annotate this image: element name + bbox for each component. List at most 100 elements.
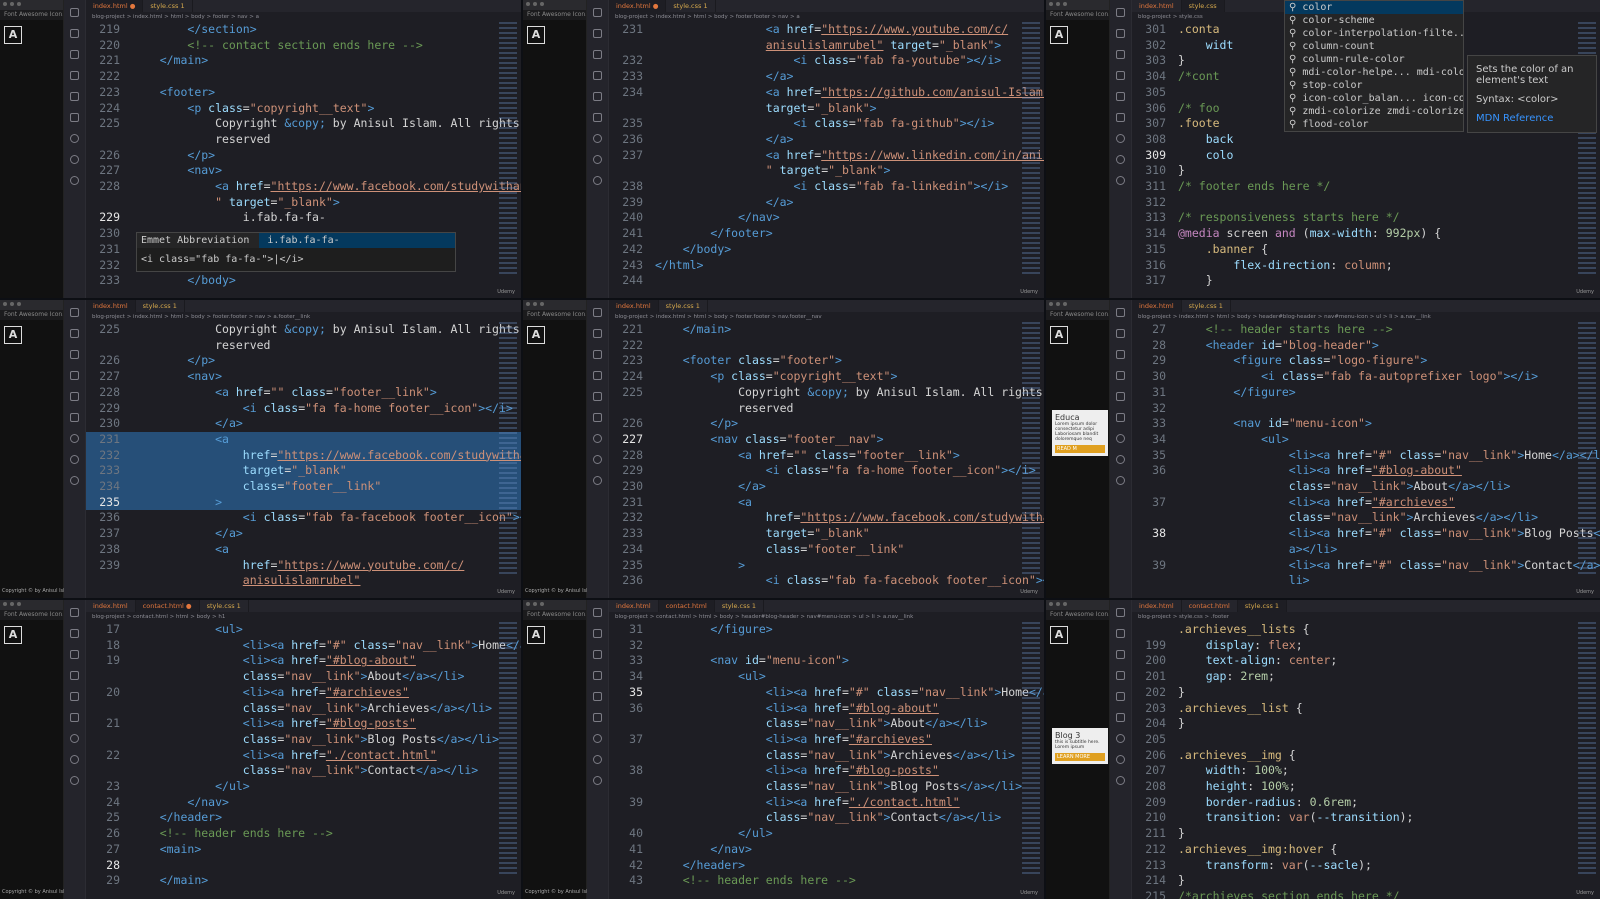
window-dot-icon[interactable] [3,2,7,6]
accounts-icon[interactable] [70,776,79,785]
code-line[interactable]: reserved [86,132,521,148]
search-icon[interactable] [593,329,602,338]
window-dot-icon[interactable] [533,602,537,606]
code-line[interactable]: 28 <header id="blog-header"> [1132,338,1600,354]
code-line[interactable]: 238 <i class="fab fa-linkedin"></i> [609,179,1044,195]
accounts-icon[interactable] [593,176,602,185]
code-text[interactable]: </p> [132,148,215,162]
code-text[interactable]: <li><a href="#blog-about" [1178,463,1462,477]
window-dot-icon[interactable] [526,302,530,306]
testing-icon[interactable] [1116,755,1125,764]
source-control-icon[interactable] [1116,350,1125,359]
live-share-icon[interactable] [70,734,79,743]
code-line[interactable]: 227 <nav> [86,163,521,179]
code-text[interactable]: back [1178,132,1234,146]
autocomplete-item[interactable]: ⚲ color [1285,1,1463,14]
code-text[interactable]: <a href="https://www.linkedin.com/in/ani… [655,148,1044,162]
code-text[interactable]: class="nav__link">Contact</a></li> [655,810,1001,824]
editor-tab[interactable]: style.css 1 [715,600,765,612]
code-text[interactable]: </a> [132,416,243,430]
search-icon[interactable] [70,29,79,38]
code-text[interactable]: <i class="fab fa-linkedin"></i> [655,179,1008,193]
code-line[interactable]: 226 </p> [609,416,1044,432]
code-line[interactable]: 228 <a href="" class="footer__link"> [609,448,1044,464]
browser-tab[interactable]: Font Awesome Icon... [1046,310,1109,320]
browser-tab[interactable]: Font Awesome Icon... [0,610,63,620]
testing-icon[interactable] [593,755,602,764]
code-line[interactable]: 41 </nav> [609,842,1044,858]
code-line[interactable]: 37 <li><a href="#archieves" [609,732,1044,748]
accounts-icon[interactable] [593,476,602,485]
code-line[interactable]: 226 </p> [86,353,521,369]
explorer-icon[interactable] [70,608,79,617]
code-line[interactable]: 31 </figure> [1132,385,1600,401]
code-line[interactable]: 39 <li><a href="./contact.html" [609,795,1044,811]
editor-tab[interactable]: style.css 1 [1182,300,1231,312]
code-text[interactable]: } [1178,685,1185,699]
code-line[interactable]: 36 <li><a href="#blog-about" [1132,463,1600,479]
code-text[interactable]: href="https://www.facebook.com/studywith… [655,510,1044,524]
code-line[interactable]: 222 [86,69,521,85]
code-line[interactable]: 311 /* footer ends here */ [1132,179,1600,195]
autocomplete-item[interactable]: ⚲ column-count [1285,40,1463,53]
code-line[interactable]: 206 .archieves__img { [1132,748,1600,764]
code-text[interactable]: <nav> [132,163,222,177]
code-line[interactable]: 199 display: flex; [1132,638,1600,654]
code-text[interactable]: </section> [132,22,256,36]
code-line[interactable]: class="nav__link">About</a></li> [86,669,521,685]
code-line[interactable]: 315 .banner { [1132,242,1600,258]
code-line[interactable]: 235 <i class="fab fa-github"></i> [609,116,1044,132]
code-line[interactable]: 31 </figure> [609,622,1044,638]
code-text[interactable]: <figure class="logo-figure"> [1178,353,1427,367]
code-line[interactable]: 209 border-radius: 0.6rem; [1132,795,1600,811]
code-line[interactable]: 233 target="_blank" [609,526,1044,542]
accounts-icon[interactable] [1116,476,1125,485]
source-control-icon[interactable] [593,350,602,359]
code-text[interactable]: } [1178,716,1185,730]
code-line[interactable]: class="nav__link">About</a></li> [1132,479,1600,495]
code-text[interactable]: <!-- header ends here --> [132,826,333,840]
minimap[interactable] [1022,22,1040,276]
code-text[interactable]: class="nav__link">Archieves</a></li> [655,748,1015,762]
code-line[interactable]: class="nav__link">Contact</a></li> [609,810,1044,826]
run-debug-icon[interactable] [593,692,602,701]
window-dot-icon[interactable] [526,2,530,6]
code-line[interactable]: 227 <nav class="footer__nav"> [609,432,1044,448]
code-text[interactable]: <i class="fab fa-facebook footer__icon">… [132,510,521,524]
code-lines[interactable]: 17 <ul> 18 <li><a href="#" class="nav__li… [86,622,521,889]
breadcrumb[interactable]: blog-project > index.html > html > body … [1132,312,1600,322]
code-line[interactable]: 236 </a> [609,132,1044,148]
code-text[interactable]: <a href="https://github.com/anisul-Islam… [655,85,1044,99]
accounts-icon[interactable] [70,476,79,485]
minimap[interactable] [1022,322,1040,576]
code-line[interactable]: 240 </nav> [609,210,1044,226]
autocomplete-item[interactable]: ⚲ zmdi-colorize zmdi-colorize [1285,105,1463,118]
window-dot-icon[interactable] [3,602,7,606]
code-line[interactable]: 221 </main> [86,53,521,69]
code-line[interactable]: 26 <!-- header ends here --> [86,826,521,842]
search-icon[interactable] [1116,329,1125,338]
code-text[interactable]: <li><a href="#" class="nav__link">Contac… [1178,558,1600,572]
breadcrumb[interactable]: blog-project > contact.html > html > bod… [86,612,521,622]
run-debug-icon[interactable] [1116,392,1125,401]
live-share-icon[interactable] [593,134,602,143]
code-line[interactable]: 214} [1132,873,1600,889]
live-share-icon[interactable] [1116,134,1125,143]
window-dot-icon[interactable] [1056,2,1060,6]
code-text[interactable]: <a [655,495,752,509]
code-line[interactable]: 317 } [1132,273,1600,289]
code-text[interactable]: } [1178,273,1213,287]
code-line[interactable]: 24 </nav> [86,795,521,811]
code-text[interactable]: /* foo [1178,101,1220,115]
remote-icon[interactable] [70,113,79,122]
editor-tab[interactable]: style.css 1 [1237,600,1288,612]
code-text[interactable]: </a> [655,479,766,493]
window-dot-icon[interactable] [533,2,537,6]
css-autocomplete-list[interactable]: ⚲ color ⚲ color-scheme ⚲ color-interpolati… [1284,0,1464,132]
code-text[interactable]: </header> [132,810,222,824]
code-line[interactable]: class="nav__link">Archieves</a></li> [609,748,1044,764]
code-line[interactable]: 20 <li><a href="#archieves" [86,685,521,701]
code-line[interactable]: 235 > [86,494,521,511]
extensions-icon[interactable] [593,71,602,80]
code-line[interactable]: 225 Copyright &copy; by Anisul Islam. Al… [86,116,521,132]
